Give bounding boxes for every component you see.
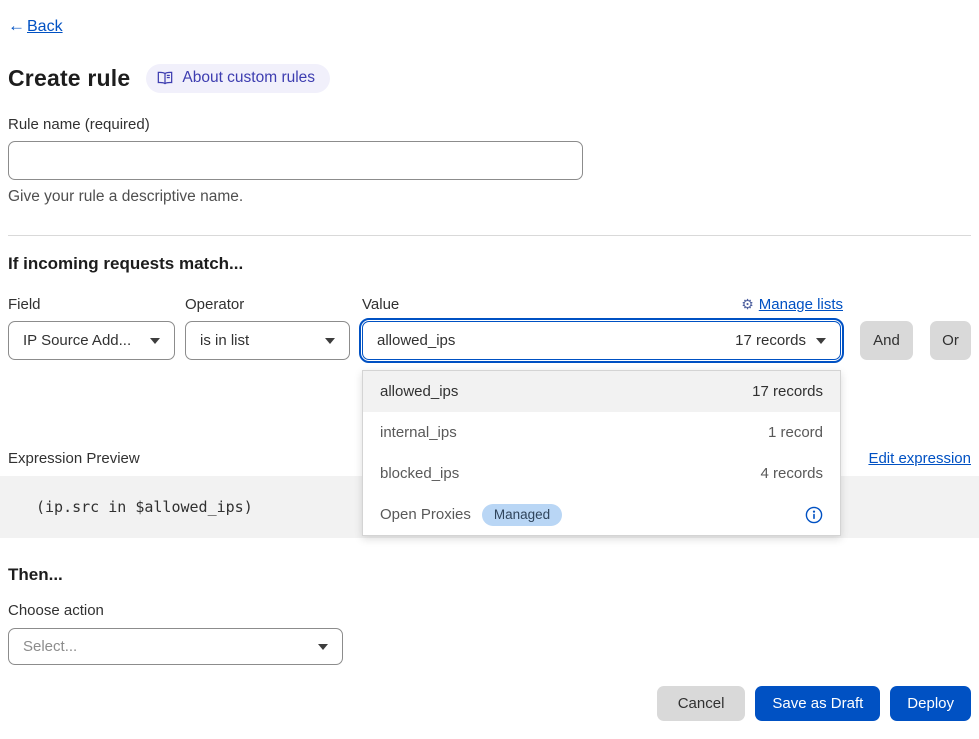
action-select[interactable]: Select... [8, 628, 343, 665]
managed-badge: Managed [482, 504, 562, 526]
save-as-draft-button[interactable]: Save as Draft [755, 686, 880, 721]
about-custom-rules-label: About custom rules [182, 69, 315, 87]
page-title: Create rule [8, 65, 130, 92]
list-item-open-proxies[interactable]: Open Proxies Managed [363, 494, 840, 535]
value-select-records: 17 records [735, 332, 806, 349]
action-select-placeholder: Select... [23, 638, 77, 655]
rule-name-help: Give your rule a descriptive name. [8, 188, 971, 206]
value-label: Value [362, 296, 399, 313]
list-item-blocked-ips[interactable]: blocked_ips 4 records [363, 453, 840, 494]
field-select-value: IP Source Add... [23, 332, 131, 349]
rule-name-input[interactable] [8, 141, 583, 180]
page-header: Create rule About custom rules [8, 64, 971, 93]
condition-row: IP Source Add... is in list allowed_ips … [8, 321, 971, 360]
condition-labels-row: Field Operator Value ⚙ Manage lists [8, 296, 971, 313]
operator-select[interactable]: is in list [185, 321, 350, 360]
rule-name-label: Rule name (required) [8, 116, 971, 133]
cancel-button[interactable]: Cancel [657, 686, 746, 721]
list-item-name: Open Proxies [380, 506, 471, 523]
deploy-button[interactable]: Deploy [890, 686, 971, 721]
back-arrow-icon: ← [8, 16, 25, 36]
list-item-name: allowed_ips [380, 383, 458, 400]
value-dropdown: allowed_ips 17 records internal_ips 1 re… [362, 370, 841, 536]
manage-lists-label: Manage lists [759, 296, 843, 313]
list-item-name: blocked_ips [380, 465, 459, 482]
chevron-down-icon [325, 338, 335, 344]
section-divider [8, 235, 971, 236]
match-section-heading: If incoming requests match... [8, 254, 971, 274]
operator-select-value: is in list [200, 332, 249, 349]
list-item-internal-ips[interactable]: internal_ips 1 record [363, 412, 840, 453]
back-row: ← Back [8, 0, 971, 36]
manage-lists-link[interactable]: ⚙ Manage lists [741, 296, 843, 313]
value-select-wrap: allowed_ips 17 records allowed_ips 17 re… [362, 321, 841, 360]
list-item-records: 17 records [752, 383, 823, 400]
expression-preview-label: Expression Preview [8, 450, 140, 467]
info-icon[interactable] [805, 506, 823, 524]
value-select[interactable]: allowed_ips 17 records [362, 321, 841, 360]
gear-icon: ⚙ [741, 296, 754, 313]
footer-actions: Cancel Save as Draft Deploy [8, 686, 971, 721]
create-rule-page: ← Back Create rule About custom rules Ru… [0, 0, 979, 739]
chevron-down-icon [150, 338, 160, 344]
back-link-label: Back [27, 18, 63, 36]
value-select-value: allowed_ips [377, 332, 455, 349]
list-item-allowed-ips[interactable]: allowed_ips 17 records [363, 371, 840, 412]
list-item-records: 1 record [768, 424, 823, 441]
operator-label: Operator [185, 296, 362, 313]
edit-expression-link[interactable]: Edit expression [868, 450, 971, 467]
field-select[interactable]: IP Source Add... [8, 321, 175, 360]
then-section-heading: Then... [8, 565, 971, 585]
about-custom-rules-link[interactable]: About custom rules [146, 64, 330, 93]
book-icon [157, 71, 173, 85]
chevron-down-icon [816, 338, 826, 344]
field-label: Field [8, 296, 185, 313]
expression-code: (ip.src in $allowed_ips) [36, 498, 253, 516]
choose-action-label: Choose action [8, 602, 971, 619]
list-item-name: internal_ips [380, 424, 457, 441]
list-item-records: 4 records [760, 465, 823, 482]
chevron-down-icon [318, 644, 328, 650]
and-button[interactable]: And [860, 321, 913, 360]
or-button[interactable]: Or [930, 321, 971, 360]
back-link[interactable]: ← Back [8, 16, 63, 36]
